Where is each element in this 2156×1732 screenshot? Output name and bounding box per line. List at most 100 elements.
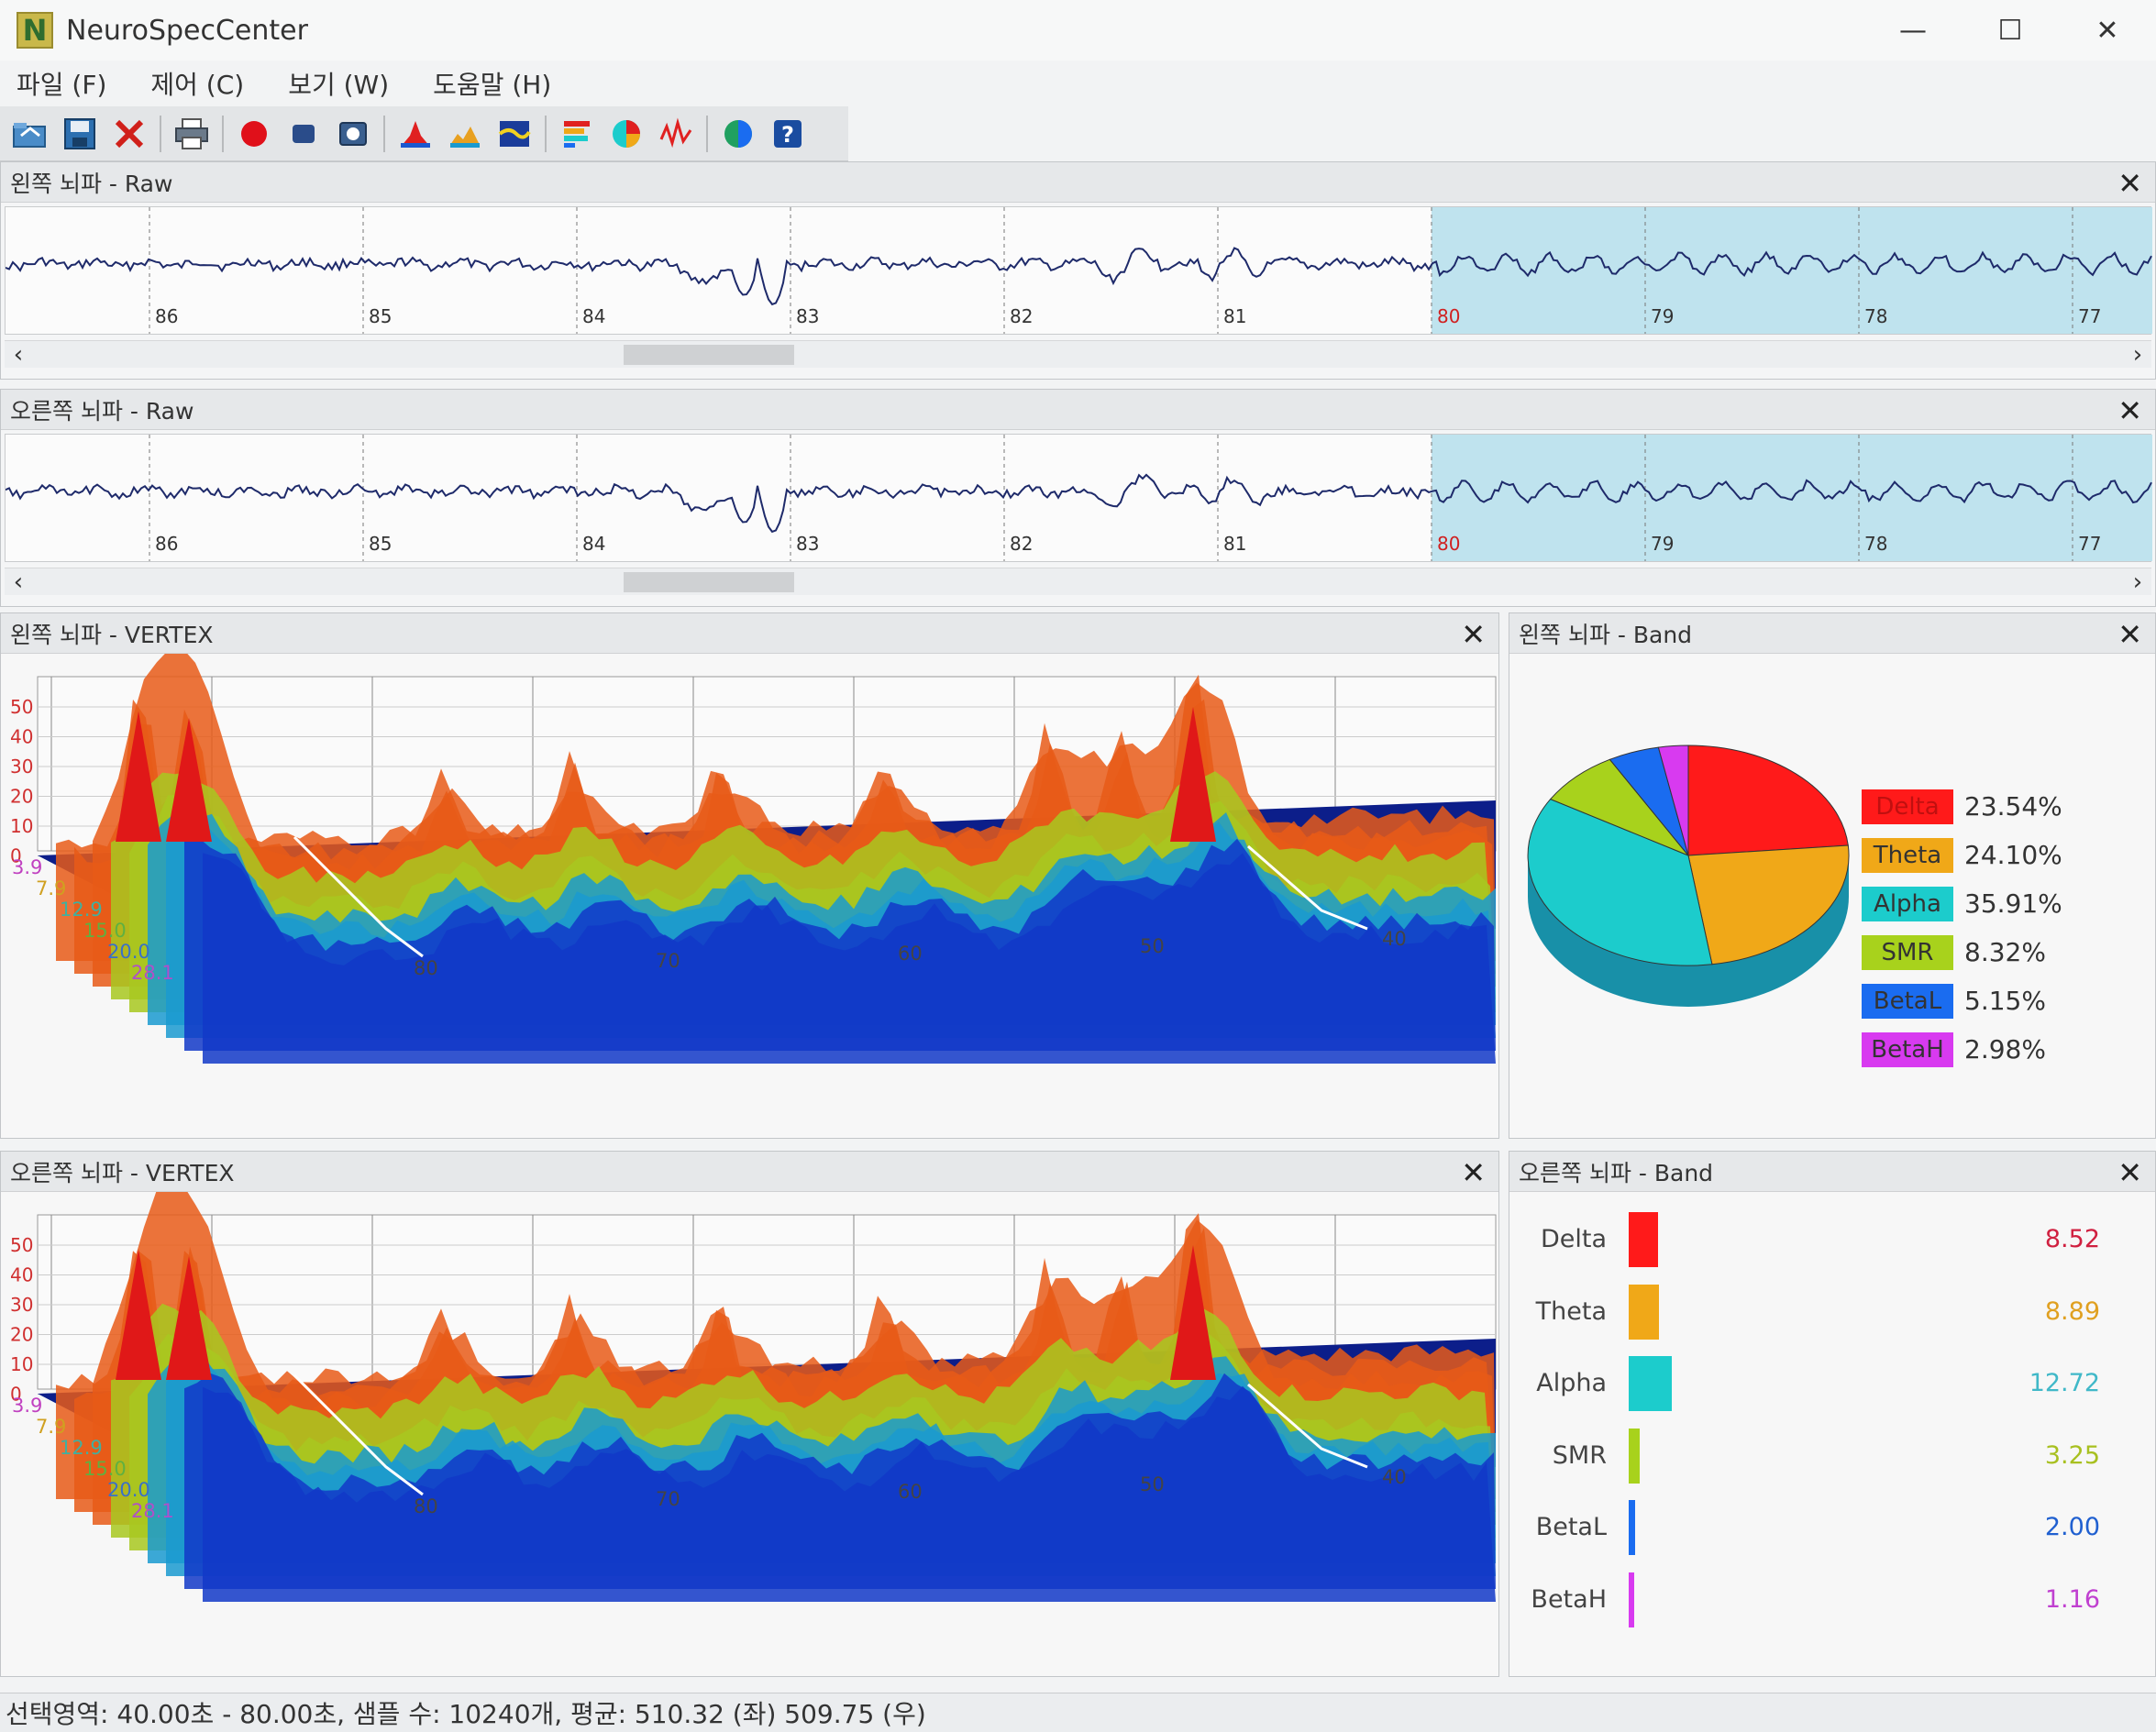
open-icon[interactable] bbox=[10, 114, 50, 154]
legend-value: 24.10% bbox=[1964, 840, 2062, 870]
panel-title: 왼쪽 뇌파 - Band bbox=[1519, 621, 1693, 648]
landscape-icon[interactable] bbox=[445, 114, 485, 154]
globe-icon[interactable] bbox=[718, 114, 758, 154]
left-raw-waveform[interactable]: 86 85 84 83 82 81 80 79 78 77 bbox=[5, 206, 2152, 335]
app-logo-icon: N bbox=[17, 12, 53, 49]
left-vertex-panel-header: 왼쪽 뇌파 - VERTEX ✕ bbox=[1, 613, 1498, 654]
right-vertex-panel-header: 오른쪽 뇌파 - VERTEX ✕ bbox=[1, 1152, 1498, 1192]
legend-item: Delta 23.54% bbox=[1862, 782, 2062, 831]
band-value: 8.52 bbox=[2044, 1225, 2100, 1253]
toolbar-separator bbox=[383, 115, 385, 152]
band-label: BetaH bbox=[1531, 1584, 1607, 1614]
left-raw-scrollbar[interactable]: ‹ › bbox=[5, 340, 2151, 369]
vertex-freq-tick: 7.9 bbox=[36, 877, 66, 899]
close-icon[interactable]: ✕ bbox=[2117, 1155, 2142, 1190]
legend-item: Alpha 35.91% bbox=[1862, 879, 2062, 928]
band-label: SMR bbox=[1552, 1440, 1607, 1470]
left-band-panel-header: 왼쪽 뇌파 - Band ✕ bbox=[1509, 613, 2155, 654]
pie-icon[interactable] bbox=[606, 114, 647, 154]
menu-file[interactable]: 파일 (F) bbox=[17, 65, 106, 102]
panel-title: 왼쪽 뇌파 - VERTEX bbox=[10, 621, 214, 648]
band-value: 1.16 bbox=[2044, 1584, 2100, 1614]
vertex-3d-chart: 504030201003.97.912.915.020.028.1 80 70 60 5… bbox=[10, 1184, 1497, 1602]
left-raw-panel-header: 왼쪽 뇌파 - Raw ✕ bbox=[1, 162, 2155, 203]
chevron-right-icon[interactable]: › bbox=[2124, 341, 2151, 369]
vertex-y-tick: 10 bbox=[10, 815, 33, 837]
wave-icon[interactable] bbox=[656, 114, 696, 154]
right-raw-waveform[interactable]: 86 85 84 83 82 81 80 79 78 77 bbox=[5, 434, 2152, 562]
band-pie-chart bbox=[1527, 745, 1850, 1007]
legend-swatch: BetaL bbox=[1862, 983, 1953, 1019]
stop-icon[interactable] bbox=[283, 114, 324, 154]
chevron-left-icon[interactable]: ‹ bbox=[5, 568, 32, 596]
raw-tick-label: 85 bbox=[369, 533, 392, 555]
topomap-icon[interactable] bbox=[494, 114, 535, 154]
panel-title: 오른쪽 뇌파 - Raw bbox=[10, 397, 194, 425]
legend-item: BetaL 5.15% bbox=[1862, 976, 2062, 1025]
help-icon[interactable]: ? bbox=[768, 114, 808, 154]
band-bar-smr bbox=[1629, 1428, 1641, 1484]
toolbar-separator bbox=[160, 115, 161, 152]
raw-tick-label: 79 bbox=[1651, 305, 1674, 327]
minimize-button[interactable]: — bbox=[1864, 0, 1962, 61]
delete-icon[interactable] bbox=[109, 114, 149, 154]
raw-tick-label: 80 bbox=[1437, 305, 1460, 327]
band-label: Delta bbox=[1540, 1225, 1607, 1253]
spectrum-icon[interactable] bbox=[395, 114, 436, 154]
raw-tick-label: 80 bbox=[1437, 533, 1460, 555]
record-icon[interactable] bbox=[234, 114, 274, 154]
close-icon[interactable]: ✕ bbox=[2117, 617, 2142, 652]
legend-value: 8.32% bbox=[1964, 937, 2046, 967]
vertex-time-tick: 70 bbox=[656, 1488, 680, 1510]
raw-waveform-chart: 86 85 84 83 82 81 80 79 78 77 bbox=[6, 435, 2152, 561]
menu-help[interactable]: 도움말 (H) bbox=[433, 65, 551, 102]
vertex-freq-tick: 20.0 bbox=[107, 941, 150, 963]
vertex-freq-tick: 28.1 bbox=[131, 1500, 174, 1522]
band-bar-theta bbox=[1629, 1284, 1659, 1340]
close-window-button[interactable]: ✕ bbox=[2059, 0, 2156, 61]
close-icon[interactable]: ✕ bbox=[2117, 393, 2142, 428]
raw-tick-label: 83 bbox=[796, 533, 819, 555]
maximize-button[interactable]: ☐ bbox=[1962, 0, 2059, 61]
left-vertex-panel: 왼쪽 뇌파 - VERTEX ✕ 50 40 30 20 10 0 3.9 7.9 12.9 15… bbox=[0, 612, 1499, 1139]
print-icon[interactable] bbox=[171, 114, 212, 154]
band-bar-chart: Delta 8.52 Theta 8.89 Alpha 12.72 SMR 3.25 BetaL… bbox=[1509, 1192, 2155, 1676]
chevron-left-icon[interactable]: ‹ bbox=[5, 341, 32, 369]
vertex-freq-tick: 3.9 bbox=[12, 1395, 42, 1417]
right-vertex-chart[interactable]: 50 40 30 20 10 0 3.9 7.9 12.9 15.0 20.0 28.1 80 70 60 5… bbox=[1, 1184, 1498, 1676]
capture-icon[interactable] bbox=[333, 114, 373, 154]
band-bar-betal bbox=[1629, 1500, 1636, 1555]
vertex-time-tick: 80 bbox=[414, 957, 438, 979]
vertex-freq-tick: 20.0 bbox=[107, 1479, 150, 1501]
scroll-thumb[interactable] bbox=[624, 345, 794, 365]
close-icon[interactable]: ✕ bbox=[1461, 617, 1486, 652]
vertex-freq-tick: 15.0 bbox=[83, 1458, 127, 1480]
vertex-time-tick: 50 bbox=[1140, 1473, 1165, 1495]
right-raw-panel: 오른쪽 뇌파 - Raw ✕ 86 85 84 83 82 81 80 79 78 77 ‹ › bbox=[0, 389, 2156, 607]
legend-item: Theta 24.10% bbox=[1862, 831, 2062, 879]
toolbar-separator bbox=[545, 115, 547, 152]
title-bar[interactable]: N NeuroSpecCenter — ☐ ✕ bbox=[0, 0, 2156, 61]
chevron-right-icon[interactable]: › bbox=[2124, 568, 2151, 596]
band-value: 12.72 bbox=[2029, 1369, 2100, 1397]
raw-tick-label: 83 bbox=[796, 305, 819, 327]
panel-title: 오른쪽 뇌파 - VERTEX bbox=[10, 1159, 235, 1186]
close-icon[interactable]: ✕ bbox=[2117, 166, 2142, 201]
menu-control[interactable]: 제어 (C) bbox=[150, 65, 244, 102]
band-row: SMR 3.25 bbox=[1509, 1428, 2155, 1484]
right-raw-scrollbar[interactable]: ‹ › bbox=[5, 568, 2151, 596]
vertex-y-tick: 30 bbox=[10, 756, 33, 778]
menu-view[interactable]: 보기 (W) bbox=[288, 65, 389, 102]
close-icon[interactable]: ✕ bbox=[1461, 1155, 1486, 1190]
scroll-thumb[interactable] bbox=[624, 572, 794, 592]
left-vertex-chart[interactable]: 50 40 30 20 10 0 3.9 7.9 12.9 15.0 20.0 28.1 80 70 60 5… bbox=[1, 647, 1498, 1138]
band-row: Theta 8.89 bbox=[1509, 1284, 2155, 1340]
vertex-time-tick: 50 bbox=[1140, 935, 1165, 957]
right-raw-panel-header: 오른쪽 뇌파 - Raw ✕ bbox=[1, 390, 2155, 430]
vertex-y-tick: 20 bbox=[10, 1324, 33, 1346]
vertex-time-tick: 60 bbox=[898, 1481, 923, 1503]
legend-value: 35.91% bbox=[1964, 888, 2062, 919]
save-icon[interactable] bbox=[60, 114, 100, 154]
band-label: Alpha bbox=[1536, 1369, 1607, 1397]
band-bar-icon[interactable] bbox=[557, 114, 597, 154]
